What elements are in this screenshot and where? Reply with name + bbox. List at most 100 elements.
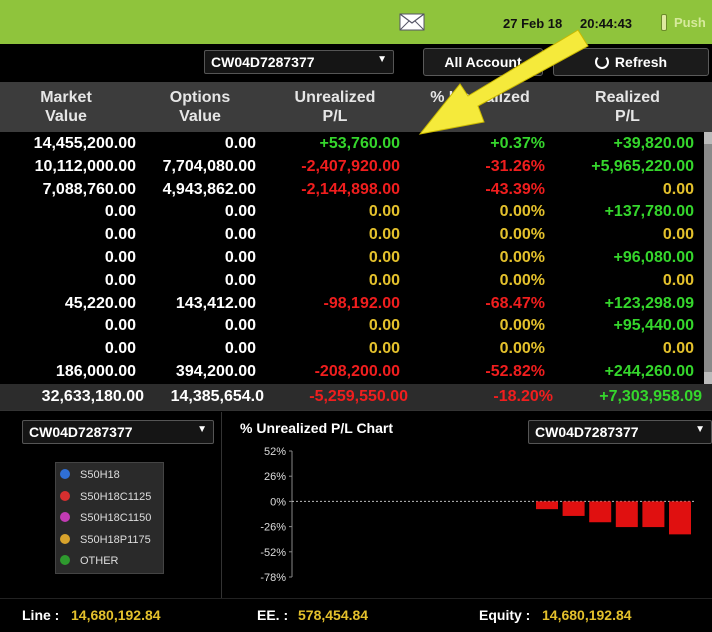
- line-value: 14,680,192.84: [71, 607, 161, 623]
- header-options-value[interactable]: Options Value: [160, 88, 240, 126]
- options-value-cell: 0.00: [224, 203, 256, 221]
- options-value-cell: 0.00: [224, 249, 256, 266]
- account-select-value: CW04D7287377: [211, 54, 315, 70]
- table-scrollbar[interactable]: [704, 132, 712, 384]
- pct-unrealized-cell: -52.82%: [485, 363, 545, 380]
- table-row[interactable]: 0.00 0.00 0.00 0.00% 0.00: [0, 223, 704, 246]
- refresh-icon: [594, 55, 609, 69]
- total-realized-pl: +7,303,958.09: [599, 388, 702, 405]
- legend-label: S50H18: [80, 469, 120, 481]
- legend-item[interactable]: S50H18: [60, 469, 120, 485]
- table-header: Market Value Options Value Unrealized P/…: [0, 82, 712, 132]
- table-row[interactable]: 186,000.00 394,200.00 -208,200.00 -52.82% +2…: [0, 360, 704, 383]
- push-label[interactable]: Push: [674, 15, 706, 30]
- market-value-cell: 0.00: [104, 226, 136, 244]
- refresh-button[interactable]: Refresh: [553, 48, 709, 76]
- equity-value: 14,680,192.84: [542, 607, 632, 623]
- options-value-cell: 4,943,862.00: [162, 180, 256, 198]
- legend-swatch-icon: [60, 555, 70, 565]
- pct-unrealized-cell: 0.00%: [499, 249, 545, 266]
- unrealized-pl-cell: -2,144,898.00: [301, 180, 400, 198]
- chart-account-select-value: CW04D7287377: [535, 424, 639, 440]
- unrealized-pl-cell: 0.00: [368, 203, 400, 221]
- realized-pl-cell: +5,965,220.00: [591, 157, 694, 175]
- chart-title: % Unrealized P/L Chart: [240, 420, 394, 436]
- legend-swatch-icon: [60, 490, 70, 501]
- refresh-label: Refresh: [614, 54, 668, 70]
- toolbar: CW04D7287377 ▼ All Account Refresh: [0, 44, 712, 82]
- header-market-value[interactable]: Market Value: [30, 88, 102, 126]
- mail-icon[interactable]: [399, 13, 425, 31]
- table-row[interactable]: 0.00 0.00 0.00 0.00% 0.00: [0, 269, 704, 292]
- realized-pl-cell: +39,820.00: [613, 135, 694, 152]
- legend-swatch-icon: [60, 512, 70, 522]
- realized-pl-cell: 0.00: [662, 271, 694, 289]
- chart-y-tick-label: -52%: [260, 547, 286, 559]
- header-unrealized-pl[interactable]: Unrealized P/L: [285, 88, 385, 126]
- legend-item[interactable]: S50H18C1125: [60, 490, 151, 507]
- market-value-cell: 7,088,760.00: [42, 180, 136, 198]
- options-value-cell: 0.00: [224, 340, 256, 358]
- scroll-down-icon[interactable]: [704, 372, 712, 384]
- legend-account-select-value: CW04D7287377: [29, 424, 133, 440]
- table-row[interactable]: 10,112,000.00 7,704,080.00 -2,407,920.00 -3…: [0, 155, 704, 178]
- table-row[interactable]: 0.00 0.00 0.00 0.00% +95,440.00: [0, 314, 704, 337]
- unrealized-pl-cell: 0.00: [368, 226, 400, 244]
- equity-label: Equity :: [479, 607, 531, 623]
- table-row[interactable]: 0.00 0.00 0.00 0.00% 0.00: [0, 337, 704, 360]
- realized-pl-cell: +95,440.00: [613, 317, 694, 335]
- legend-account-select[interactable]: CW04D7287377 ▼: [22, 420, 214, 444]
- header-realized-pl[interactable]: Realized P/L: [580, 88, 675, 126]
- pct-unrealized-cell: 0.00%: [499, 203, 545, 221]
- unrealized-pl-cell: 0.00: [368, 249, 400, 266]
- legend-label: S50H18C1150: [80, 512, 152, 524]
- date-display: 27 Feb 18: [503, 16, 563, 31]
- pct-unrealized-cell: 0.00%: [499, 317, 545, 335]
- trading-app: 27 Feb 18 20:44:43 Push CW04D7287377 ▼ A…: [0, 0, 712, 632]
- pct-unrealized-cell: -43.39%: [485, 180, 545, 198]
- legend-label: OTHER: [80, 555, 119, 567]
- chart-bar[interactable]: [589, 501, 612, 523]
- realized-pl-cell: +123,298.09: [604, 294, 694, 312]
- market-value-cell: 0.00: [104, 249, 136, 266]
- pct-unrealized-cell: 0.00%: [499, 340, 545, 358]
- pct-unrealized-cell: -68.47%: [485, 294, 545, 312]
- options-value-cell: 0.00: [224, 135, 256, 152]
- chart-bar[interactable]: [615, 501, 638, 528]
- legend-item[interactable]: OTHER: [60, 555, 119, 571]
- table-row[interactable]: 14,455,200.00 0.00 +53,760.00 +0.37% +39,820…: [0, 132, 704, 155]
- unrealized-pl-cell: +53,760.00: [319, 135, 400, 152]
- legend-item[interactable]: S50H18P1175: [60, 533, 151, 550]
- table-row[interactable]: 0.00 0.00 0.00 0.00% +96,080.00: [0, 246, 704, 269]
- legend-swatch-icon: [60, 469, 70, 479]
- chart-y-tick-label: 0%: [270, 496, 286, 508]
- unrealized-pl-cell: -98,192.00: [323, 294, 400, 312]
- total-unrealized-pl: -5,259,550.00: [309, 388, 408, 405]
- all-account-button[interactable]: All Account: [423, 48, 543, 76]
- options-value-cell: 143,412.00: [175, 294, 256, 312]
- header-pct-unrealized[interactable]: % Unrealized: [420, 88, 540, 107]
- line-label: Line :: [22, 607, 60, 623]
- ee-label: EE. :: [257, 607, 289, 623]
- legend-label: S50H18P1175: [80, 533, 151, 546]
- chart-y-tick-label: -78%: [260, 572, 286, 584]
- chart-bar[interactable]: [562, 501, 585, 516]
- table-row[interactable]: 0.00 0.00 0.00 0.00% +137,780.00: [0, 200, 704, 223]
- legend-item[interactable]: S50H18C1150: [60, 512, 151, 528]
- options-value-cell: 0.00: [224, 317, 256, 335]
- total-row: 32,633,180.00 14,385,654.0 -5,259,550.00…: [0, 384, 712, 410]
- chart-bar[interactable]: [669, 501, 691, 535]
- status-bar: Line : 14,680,192.84 EE. : 578,454.84 Eq…: [0, 598, 712, 632]
- unrealized-pl-cell: 0.00: [368, 317, 400, 335]
- scroll-up-icon[interactable]: [704, 132, 712, 144]
- chart-bar[interactable]: [642, 501, 665, 528]
- realized-pl-cell: +137,780.00: [604, 203, 694, 221]
- market-value-cell: 14,455,200.00: [33, 135, 136, 152]
- chart-bar[interactable]: [536, 501, 558, 510]
- table-row[interactable]: 7,088,760.00 4,943,862.00 -2,144,898.00 -43…: [0, 178, 704, 201]
- realized-pl-cell: 0.00: [662, 180, 694, 198]
- account-select[interactable]: CW04D7287377 ▼: [204, 50, 394, 74]
- chevron-down-icon: ▼: [377, 54, 387, 65]
- table-row[interactable]: 45,220.00 143,412.00 -98,192.00 -68.47% +123…: [0, 292, 704, 315]
- pct-unrealized-cell: 0.00%: [499, 226, 545, 244]
